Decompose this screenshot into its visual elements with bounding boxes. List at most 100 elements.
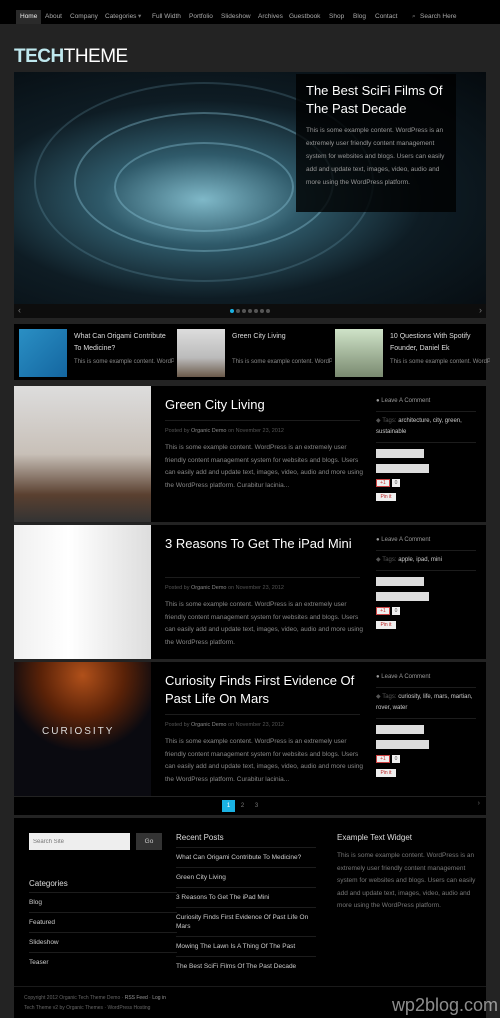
post-item: CURIOSITY Curiosity Finds First Evidence … <box>14 662 486 797</box>
page-1-button[interactable]: 1 <box>222 800 235 812</box>
post-title[interactable]: Green City Living <box>165 396 360 414</box>
nav-item-shop[interactable]: Shop <box>325 10 348 24</box>
tags-label: Tags: <box>382 694 397 700</box>
tweet-button[interactable] <box>376 740 429 749</box>
post-sidebar: ● Leave A Comment ◆ Tags: curiosity, life… <box>376 668 476 777</box>
google-plus-button[interactable]: +1 <box>376 479 390 487</box>
nav-item-portfolio[interactable]: Portfolio <box>185 10 217 24</box>
pagination: › 123 <box>14 797 486 815</box>
google-plus-button[interactable]: +1 <box>376 755 390 763</box>
top-navigation: Home About Company Categories ▾ Full Width Por… <box>0 0 500 24</box>
category-link[interactable]: Teaser <box>29 952 177 972</box>
teaser-thumbnail[interactable] <box>177 329 225 377</box>
text-widget-heading: Example Text Widget <box>337 833 412 842</box>
category-link[interactable]: Featured <box>29 912 177 932</box>
google-plus-count: 0 <box>392 755 400 763</box>
category-link[interactable]: Blog <box>29 892 177 912</box>
tags-links[interactable]: apple, ipad, mini <box>398 557 442 563</box>
teaser-thumbnail[interactable] <box>335 329 383 377</box>
slider-dot[interactable] <box>242 309 246 313</box>
teaser-row: What Can Origami Contribute To Medicine?… <box>14 324 490 380</box>
slider-dot[interactable] <box>254 309 258 313</box>
categories-list: Blog Featured Slideshow Teaser <box>29 892 177 972</box>
slider-dot[interactable] <box>236 309 240 313</box>
footer-search-input[interactable] <box>29 833 130 850</box>
nav-item-slideshow[interactable]: Slideshow <box>217 10 255 24</box>
nav-item-blog[interactable]: Blog <box>349 10 370 24</box>
teaser-text: This is some example content. WordPress … <box>74 359 174 365</box>
page-3-button[interactable]: 3 <box>250 800 263 812</box>
nav-item-contact[interactable]: Contact <box>371 10 401 24</box>
recent-post-link[interactable]: What Can Origami Contribute To Medicine? <box>176 847 316 867</box>
pin-it-button[interactable]: Pin it <box>376 769 396 777</box>
nav-search-input[interactable]: Search Here <box>416 10 461 24</box>
author-link[interactable]: Organic Demo <box>191 428 226 434</box>
slider-prev-button[interactable]: ‹ <box>18 305 21 315</box>
google-plus-button[interactable]: +1 <box>376 607 390 615</box>
nav-item-home[interactable]: Home <box>16 10 42 24</box>
categories-heading: Categories <box>29 879 68 888</box>
rss-link[interactable]: RSS Feed <box>125 995 148 1001</box>
posted-by-label: Posted by <box>165 585 190 591</box>
text-widget-body: This is some example content. WordPress … <box>337 852 476 909</box>
author-link[interactable]: Organic Demo <box>191 585 226 591</box>
tweet-button[interactable] <box>376 464 429 473</box>
post-thumbnail[interactable] <box>14 525 151 659</box>
leave-comment-link[interactable]: Leave A Comment <box>381 674 430 680</box>
watermark: wp2blog.com <box>391 995 498 1015</box>
pin-it-button[interactable]: Pin it <box>376 493 396 501</box>
recent-posts-list: What Can Origami Contribute To Medicine?… <box>176 847 316 976</box>
login-link[interactable]: Log in <box>152 995 166 1001</box>
nav-item-about[interactable]: About <box>41 10 66 24</box>
go-button[interactable]: Go <box>136 833 162 850</box>
nav-item-full-width[interactable]: Full Width <box>148 10 185 24</box>
like-button[interactable] <box>376 449 424 458</box>
teaser-item[interactable]: 10 Questions With Spotify Founder, Danie… <box>332 328 490 377</box>
slider-dot[interactable] <box>248 309 252 313</box>
post-meta: Posted by Organic Demo on November 23, 2… <box>165 428 284 434</box>
nav-item-archives[interactable]: Archives <box>254 10 287 24</box>
recent-post-link[interactable]: The Best SciFi Films Of The Past Decade <box>176 956 316 976</box>
logo-bold: TECH <box>14 46 64 67</box>
recent-posts-heading: Recent Posts <box>176 833 224 842</box>
recent-post-link[interactable]: 3 Reasons To Get The iPad Mini <box>176 887 316 907</box>
divider <box>165 577 360 578</box>
category-link[interactable]: Slideshow <box>29 932 177 952</box>
leave-comment-link[interactable]: Leave A Comment <box>381 537 430 543</box>
site-logo[interactable]: TECHTHEME <box>14 46 128 68</box>
teaser-thumbnail[interactable] <box>19 329 67 377</box>
teaser-title[interactable]: What Can Origami Contribute To Medicine? <box>74 331 170 355</box>
nav-item-guestbook[interactable]: Guestbook <box>285 10 324 24</box>
slider-dot[interactable] <box>266 309 270 313</box>
post-excerpt: This is some example content. WordPress … <box>165 444 364 489</box>
slider-next-button[interactable]: › <box>479 305 482 315</box>
post-title[interactable]: Curiosity Finds First Evidence Of Past L… <box>165 672 360 708</box>
teaser-text: This is some example content. WordPress … <box>390 359 490 365</box>
teaser-item[interactable]: What Can Origami Contribute To Medicine?… <box>16 328 174 377</box>
author-link[interactable]: Organic Demo <box>191 722 226 728</box>
teaser-title[interactable]: Green City Living <box>232 331 328 343</box>
post-thumbnail[interactable] <box>14 386 151 522</box>
slide-title[interactable]: The Best SciFi Films Of The Past Decade <box>306 82 446 118</box>
recent-post-link[interactable]: Mowing The Lawn Is A Thing Of The Past <box>176 936 316 956</box>
recent-post-link[interactable]: Curiosity Finds First Evidence Of Past L… <box>176 907 316 936</box>
logo-light: THEME <box>63 46 129 67</box>
tweet-button[interactable] <box>376 592 429 601</box>
leave-comment-link[interactable]: Leave A Comment <box>381 398 430 404</box>
post-sidebar: ● Leave A Comment ◆ Tags: architecture, c… <box>376 392 476 501</box>
teaser-item[interactable]: Green City Living This is some example co… <box>174 328 332 377</box>
post-thumbnail[interactable]: CURIOSITY <box>14 662 151 796</box>
pin-it-button[interactable]: Pin it <box>376 621 396 629</box>
slider-dot[interactable] <box>230 309 234 313</box>
nav-item-company[interactable]: Company <box>66 10 102 24</box>
like-button[interactable] <box>376 577 424 586</box>
slider-nav: ‹ › <box>14 304 486 318</box>
like-button[interactable] <box>376 725 424 734</box>
slider-dot[interactable] <box>260 309 264 313</box>
recent-post-link[interactable]: Green City Living <box>176 867 316 887</box>
next-page-button[interactable]: › <box>478 800 480 807</box>
teaser-title[interactable]: 10 Questions With Spotify Founder, Danie… <box>390 331 486 355</box>
page-2-button[interactable]: 2 <box>236 800 249 812</box>
post-title[interactable]: 3 Reasons To Get The iPad Mini <box>165 535 360 553</box>
thumbnail-text: CURIOSITY <box>42 726 115 737</box>
